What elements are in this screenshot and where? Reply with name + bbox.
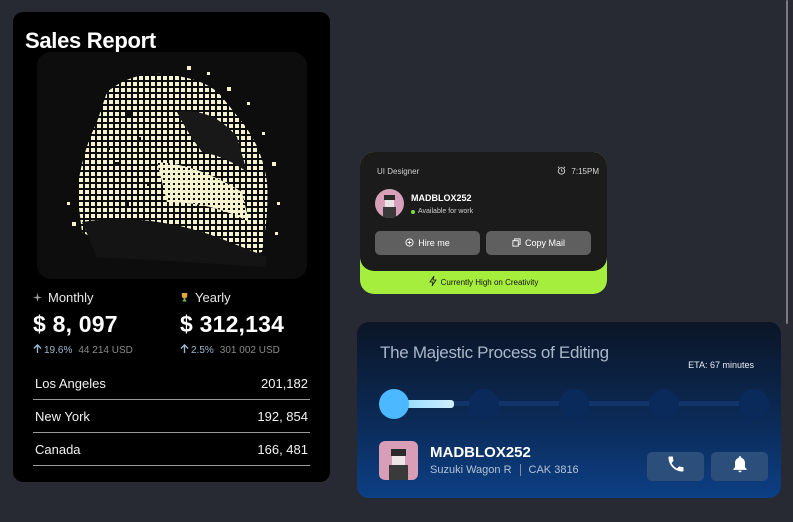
city-name: Los Angeles xyxy=(35,375,106,391)
city-value: 166, 481 xyxy=(257,441,308,457)
pixel-car-artwork xyxy=(37,52,307,279)
status-dot-icon xyxy=(411,209,415,214)
arrow-up-icon xyxy=(180,343,189,356)
plus-circle-icon xyxy=(405,237,414,249)
divider xyxy=(519,464,521,476)
call-button[interactable] xyxy=(647,452,704,481)
car-model: Suzuki Wagon R xyxy=(430,464,512,476)
user-name: MADBLOX252 xyxy=(411,193,472,203)
car-plate: CAK 3816 xyxy=(528,464,579,476)
time-text: 7:15PM xyxy=(571,167,599,176)
yearly-stat: Yearly $ 312,134 2.5% 301 002 USD xyxy=(180,290,284,356)
time-display: 7:15PM xyxy=(557,166,599,177)
city-value: 192, 854 xyxy=(257,408,308,424)
avatar xyxy=(375,189,404,218)
creativity-banner: Currently High on Creativity xyxy=(360,275,607,288)
city-name: Canada xyxy=(35,441,81,457)
city-name: New York xyxy=(35,408,90,424)
driver-name: MADBLOX252 xyxy=(430,444,531,461)
monthly-value: $ 8, 097 xyxy=(33,311,118,337)
bell-icon xyxy=(730,454,750,479)
phone-icon xyxy=(666,454,686,479)
eta-label: ETA: 67 minutes xyxy=(688,360,754,370)
yearly-value: $ 312,134 xyxy=(180,311,285,337)
progress-step xyxy=(379,389,409,419)
hire-me-button[interactable]: Hire me xyxy=(375,231,480,255)
sales-report-title: Sales Report xyxy=(25,28,156,53)
yearly-label: Yearly xyxy=(195,290,231,305)
list-item[interactable]: New York 192, 854 xyxy=(33,400,310,433)
progress-step xyxy=(559,389,589,419)
alarm-clock-icon xyxy=(557,166,566,177)
availability-status: Available for work xyxy=(411,208,473,215)
hire-me-label: Hire me xyxy=(418,238,450,248)
designer-card: UI Designer 7:15PM MADBLOX252 Available … xyxy=(360,152,607,294)
city-list: Los Angeles 201,182 New York 192, 854 Ca… xyxy=(33,367,310,466)
progress-step xyxy=(739,389,769,419)
yearly-percent: 2.5% xyxy=(191,344,214,356)
vehicle-info: Suzuki Wagon R CAK 3816 xyxy=(430,464,579,476)
arrow-up-icon xyxy=(33,343,42,356)
city-value: 201,182 xyxy=(261,375,308,391)
progress-step xyxy=(469,389,499,419)
creativity-text: Currently High on Creativity xyxy=(440,277,539,287)
trophy-icon xyxy=(180,290,189,305)
avatar xyxy=(379,441,418,480)
monthly-usd: 44 214 USD xyxy=(78,344,133,356)
notification-button[interactable] xyxy=(711,452,768,481)
sparkle-icon xyxy=(33,290,42,305)
status-text: Available for work xyxy=(418,208,474,215)
editing-progress-card: The Majestic Process of Editing ETA: 67 … xyxy=(357,322,781,498)
lightning-icon xyxy=(428,275,437,288)
sales-report-card: Sales Report Monthly $ 8, 097 19.6% 44 2… xyxy=(13,12,330,482)
copy-mail-label: Copy Mail xyxy=(524,238,565,248)
scrollbar[interactable] xyxy=(783,0,793,522)
scrollbar-thumb[interactable] xyxy=(786,0,788,324)
role-label: UI Designer xyxy=(377,167,420,176)
list-item[interactable]: Canada 166, 481 xyxy=(33,433,310,466)
monthly-label: Monthly xyxy=(48,290,94,305)
editing-title: The Majestic Process of Editing xyxy=(380,343,609,362)
yearly-usd: 301 002 USD xyxy=(219,344,280,356)
copy-icon xyxy=(512,237,521,249)
progress-track xyxy=(379,389,769,419)
monthly-percent: 19.6% xyxy=(44,344,73,356)
list-item[interactable]: Los Angeles 201,182 xyxy=(33,367,310,400)
monthly-stat: Monthly $ 8, 097 19.6% 44 214 USD xyxy=(33,290,133,356)
copy-mail-button[interactable]: Copy Mail xyxy=(486,231,591,255)
progress-step xyxy=(649,389,679,419)
designer-card-body: UI Designer 7:15PM MADBLOX252 Available … xyxy=(360,152,607,271)
